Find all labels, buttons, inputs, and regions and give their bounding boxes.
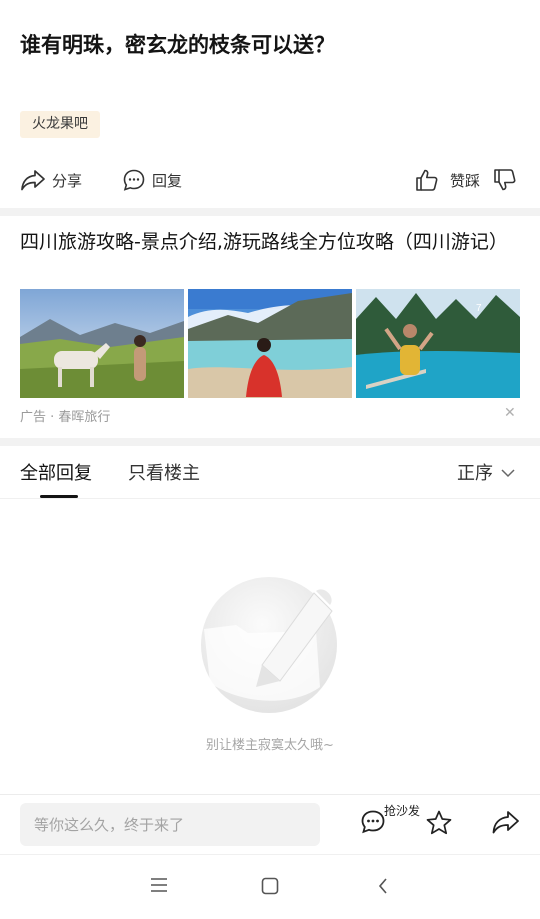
tab-owner-only[interactable]: 只看楼主	[128, 459, 200, 485]
forum-tag[interactable]: 火龙果吧	[20, 111, 100, 138]
ad-title[interactable]: 四川旅游攻略-景点介绍,游玩路线全方位攻略（四川游记）	[20, 228, 520, 257]
tab-indicator	[40, 495, 78, 498]
post-action-bar: 分享 回复 赞踩	[0, 158, 540, 202]
comment-icon	[122, 168, 146, 192]
home-icon[interactable]	[261, 877, 279, 899]
reply-button[interactable]: 回复	[122, 158, 182, 202]
svg-text:7: 7	[476, 303, 482, 314]
sort-dropdown[interactable]: 正序	[457, 459, 515, 485]
chevron-down-icon	[493, 462, 515, 483]
reply-input[interactable]	[20, 803, 320, 846]
system-nav-bar	[0, 854, 540, 919]
ad-sponsor: 广告 · 春晖旅行	[20, 410, 111, 425]
ad-image-grassland[interactable]	[20, 289, 184, 398]
empty-state-illustration	[196, 575, 342, 717]
post-detail-page: 谁有明珠，密玄龙的枝条可以送？ 火龙果吧 分享 回复 赞踩 四川旅游攻略-景点介…	[0, 0, 540, 919]
comment-icon[interactable]	[360, 809, 386, 839]
reply-input-bar: 抢沙发	[0, 794, 540, 854]
ad-image-pools[interactable]	[188, 289, 352, 398]
like-dislike-label: 赞踩	[450, 171, 481, 190]
section-divider	[0, 438, 540, 446]
menu-icon[interactable]	[150, 877, 168, 897]
sort-label: 正序	[457, 463, 493, 484]
reply-tabs: 全部回复 只看楼主 正序	[0, 447, 540, 499]
dislike-button[interactable]	[492, 158, 518, 202]
ad-image-lake[interactable]: 7	[356, 289, 520, 398]
share-icon	[20, 168, 46, 192]
reply-label: 回复	[152, 171, 183, 190]
share-label: 分享	[52, 171, 83, 190]
like-button[interactable]: 赞踩	[414, 158, 480, 202]
post-title: 谁有明珠，密玄龙的枝条可以送？	[20, 33, 335, 57]
star-icon[interactable]	[425, 809, 453, 841]
close-icon[interactable]: ✕	[504, 405, 516, 421]
section-divider	[0, 208, 540, 216]
empty-state-text: 别让楼主寂寞太久哦~	[206, 738, 334, 753]
share-icon[interactable]	[491, 809, 521, 839]
tab-all-replies[interactable]: 全部回复	[20, 459, 92, 485]
thumb-up-icon	[414, 167, 440, 193]
ad-image-strip[interactable]: 7	[20, 289, 520, 398]
share-button[interactable]: 分享	[20, 158, 82, 202]
thumb-down-icon	[492, 167, 518, 193]
back-icon[interactable]	[377, 877, 389, 899]
sofa-badge: 抢沙发	[384, 804, 421, 818]
